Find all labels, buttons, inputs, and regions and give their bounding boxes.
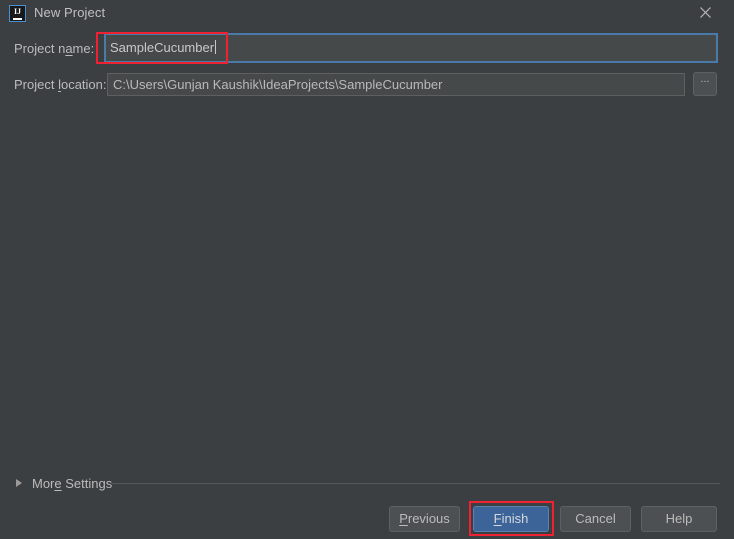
cancel-button[interactable]: Cancel <box>560 506 631 532</box>
browse-folder-button[interactable]: ... <box>693 72 717 96</box>
project-name-label: Project name: <box>14 41 95 56</box>
project-name-value: SampleCucumber <box>110 40 217 55</box>
text-caret <box>215 40 217 54</box>
more-settings-mnemonic: e <box>54 475 62 491</box>
project-location-label: Project location: <box>14 77 107 92</box>
more-settings-toggle[interactable]: More Settings <box>16 473 112 493</box>
more-settings-row: More Settings <box>0 473 734 495</box>
close-icon[interactable] <box>690 0 726 27</box>
help-button[interactable]: Help <box>641 506 717 532</box>
finish-button[interactable]: Finish <box>473 506 549 532</box>
more-settings-label: More Settings <box>32 475 113 491</box>
separator <box>112 483 720 484</box>
chevron-right-icon <box>16 479 22 487</box>
title-bar: IJ New Project <box>0 0 734 27</box>
project-name-mnemonic: a <box>65 41 73 56</box>
window-title: New Project <box>34 5 106 20</box>
previous-button[interactable]: Previous <box>389 506 460 532</box>
project-location-value: C:\Users\Gunjan Kaushik\IdeaProjects\Sam… <box>113 77 443 92</box>
intellij-idea-icon: IJ <box>9 5 26 22</box>
